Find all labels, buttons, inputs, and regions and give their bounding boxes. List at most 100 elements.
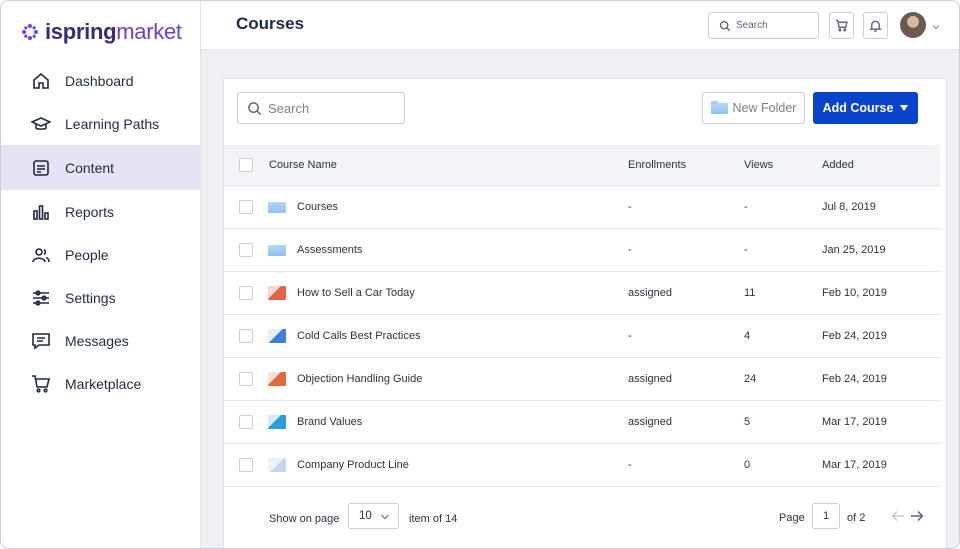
add-course-button[interactable]: Add Course [813, 92, 918, 124]
sidebar-item-people[interactable]: People [1, 233, 200, 276]
sidebar-item-marketplace[interactable]: Marketplace [1, 362, 200, 405]
prev-page-arrow-icon[interactable] [891, 510, 905, 522]
bell-icon [869, 20, 882, 32]
sidebar-item-label: Reports [65, 203, 115, 220]
logo-word-market: market [116, 19, 182, 44]
course-thumbnail-icon [268, 458, 286, 472]
per-page-value: 10 [359, 510, 372, 522]
app-window: ispringmarket Dashboard Learning Paths C… [0, 0, 960, 549]
row-checkbox[interactable] [239, 372, 253, 386]
added-date-cell: Jul 8, 2019 [822, 201, 876, 213]
column-header-course-name[interactable]: Course Name [268, 159, 628, 171]
enrollments-cell: assigned [628, 416, 673, 428]
chevron-down-icon[interactable] [931, 19, 941, 30]
avatar[interactable] [900, 12, 926, 38]
course-name[interactable]: Courses [297, 201, 338, 213]
sidebar-item-label: Settings [65, 289, 116, 306]
logo-wordmark: ispringmarket [45, 19, 182, 45]
enrollments-cell: assigned [628, 373, 673, 385]
course-name[interactable]: How to Sell a Car Today [297, 287, 415, 299]
ispring-logo[interactable]: ispringmarket [21, 17, 182, 47]
row-checkbox[interactable] [239, 458, 253, 472]
logo-word-ispring: ispring [45, 19, 117, 44]
table-row[interactable]: Objection Handling Guide assigned 24 Feb… [224, 358, 940, 401]
sidebar-item-dashboard[interactable]: Dashboard [1, 59, 200, 102]
page-label: Page [779, 512, 805, 524]
main-content: Search New Folder Add Course Course Name… [201, 50, 959, 548]
top-header: Courses Search [201, 1, 959, 50]
row-checkbox[interactable] [239, 200, 253, 214]
folder-icon [268, 244, 286, 256]
course-name[interactable]: Cold Calls Best Practices [297, 330, 421, 342]
added-date-cell: Feb 10, 2019 [822, 287, 887, 299]
sidebar-item-label: Dashboard [65, 72, 134, 89]
sidebar-item-learning-paths[interactable]: Learning Paths [1, 102, 200, 145]
course-name[interactable]: Objection Handling Guide [297, 373, 422, 385]
enrollments-cell: - [628, 201, 632, 213]
table-row[interactable]: How to Sell a Car Today assigned 11 Feb … [224, 272, 940, 315]
add-course-label: Add Course [822, 101, 894, 115]
row-checkbox[interactable] [239, 243, 253, 257]
enrollments-cell: - [628, 330, 632, 342]
select-all-checkbox[interactable] [239, 158, 253, 172]
home-icon [31, 71, 51, 91]
sidebar-item-reports[interactable]: Reports [1, 190, 200, 233]
table-row[interactable]: Company Product Line - 0 Mar 17, 2019 [224, 444, 940, 487]
course-thumbnail-icon [268, 372, 286, 386]
search-icon [719, 20, 731, 31]
added-date-cell: Jan 25, 2019 [822, 244, 886, 256]
row-checkbox[interactable] [239, 329, 253, 343]
caret-down-icon [900, 105, 909, 111]
graduation-cap-icon [31, 114, 51, 134]
column-header-views[interactable]: Views [744, 159, 822, 171]
added-date-cell: Mar 17, 2019 [822, 459, 887, 471]
header-search-input[interactable]: Search [708, 12, 819, 39]
sidebar-item-label: Messages [65, 332, 129, 349]
table-row[interactable]: Courses - - Jul 8, 2019 [224, 186, 940, 229]
enrollments-cell: - [628, 244, 632, 256]
course-name[interactable]: Assessments [297, 244, 362, 256]
row-checkbox[interactable] [239, 415, 253, 429]
show-on-page-label: Show on page [269, 513, 340, 525]
views-cell: 0 [744, 459, 751, 471]
course-name[interactable]: Brand Values [297, 416, 362, 428]
table-body: Courses - - Jul 8, 2019 Assessments - - … [224, 186, 940, 487]
column-header-enrollments[interactable]: Enrollments [628, 159, 744, 171]
table-row[interactable]: Assessments - - Jan 25, 2019 [224, 229, 940, 272]
views-cell: 24 [744, 373, 757, 385]
row-checkbox[interactable] [239, 286, 253, 300]
cart-icon [31, 374, 51, 394]
people-icon [31, 245, 51, 265]
sidebar-nav: Dashboard Learning Paths Content Reports [1, 59, 200, 405]
views-cell: - [744, 201, 748, 213]
new-folder-button[interactable]: New Folder [702, 92, 805, 124]
sidebar-item-label: Marketplace [65, 375, 142, 392]
views-cell: - [744, 244, 748, 256]
table-row[interactable]: Brand Values assigned 5 Mar 17, 2019 [224, 401, 940, 444]
sidebar-item-label: Content [65, 159, 115, 176]
search-icon [248, 101, 262, 115]
sidebar-item-messages[interactable]: Messages [1, 319, 200, 362]
next-page-arrow-icon[interactable] [910, 510, 924, 522]
notifications-button[interactable] [863, 12, 888, 39]
folder-icon [268, 201, 286, 213]
course-name[interactable]: Company Product Line [297, 459, 409, 471]
per-page-select[interactable]: 10 [348, 503, 399, 529]
sidebar: ispringmarket Dashboard Learning Paths C… [1, 1, 201, 548]
cart-button[interactable] [829, 12, 854, 39]
folder-icon [710, 100, 728, 114]
sidebar-item-content[interactable]: Content [1, 145, 200, 190]
enrollments-cell: assigned [628, 287, 673, 299]
logo-flower-icon [22, 24, 38, 40]
courses-card: Search New Folder Add Course Course Name… [223, 78, 947, 548]
message-icon [31, 331, 51, 351]
sliders-icon [31, 288, 51, 308]
sidebar-item-settings[interactable]: Settings [1, 276, 200, 319]
course-search-input[interactable]: Search [237, 92, 405, 124]
added-date-cell: Feb 24, 2019 [822, 373, 887, 385]
table-row[interactable]: Cold Calls Best Practices - 4 Feb 24, 20… [224, 315, 940, 358]
added-date-cell: Mar 17, 2019 [822, 416, 887, 428]
course-thumbnail-icon [268, 329, 286, 343]
column-header-added[interactable]: Added [822, 159, 932, 171]
page-number-input[interactable]: 1 [812, 503, 840, 529]
